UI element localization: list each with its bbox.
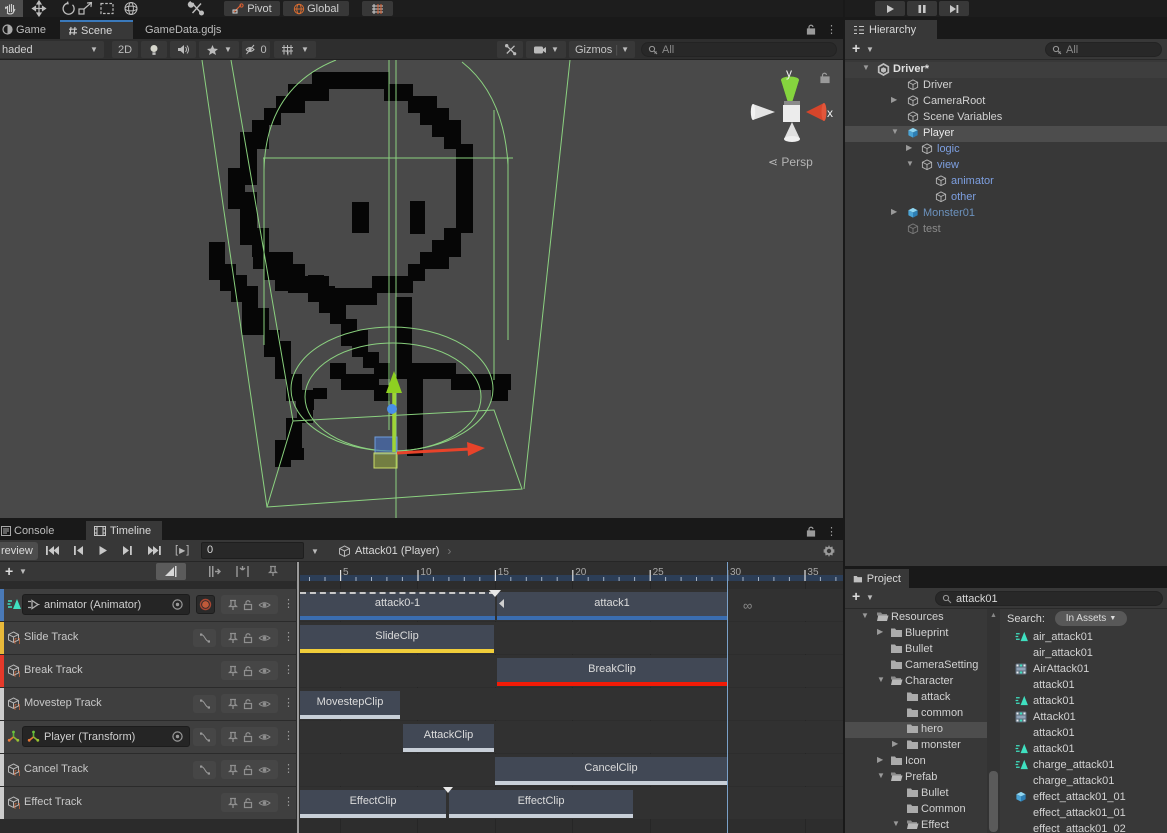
svg-text:x: x: [827, 106, 833, 120]
svg-text:Y: Y: [286, 51, 290, 56]
svg-text:10: 10: [420, 567, 432, 578]
svg-text:5: 5: [343, 567, 349, 578]
svg-text:25: 25: [653, 567, 665, 578]
svg-text:{}: {}: [13, 771, 20, 777]
svg-text:30: 30: [730, 567, 742, 578]
svg-text:{}: {}: [13, 804, 20, 810]
svg-text:15: 15: [498, 567, 510, 578]
svg-text:⋖ Persp: ⋖ Persp: [768, 155, 813, 169]
svg-text:20: 20: [575, 567, 587, 578]
svg-text:35: 35: [807, 567, 819, 578]
svg-text:{}: {}: [13, 639, 20, 645]
svg-text:{}: {}: [13, 672, 20, 678]
svg-text:{}: {}: [13, 705, 20, 711]
svg-text:y: y: [786, 66, 792, 80]
